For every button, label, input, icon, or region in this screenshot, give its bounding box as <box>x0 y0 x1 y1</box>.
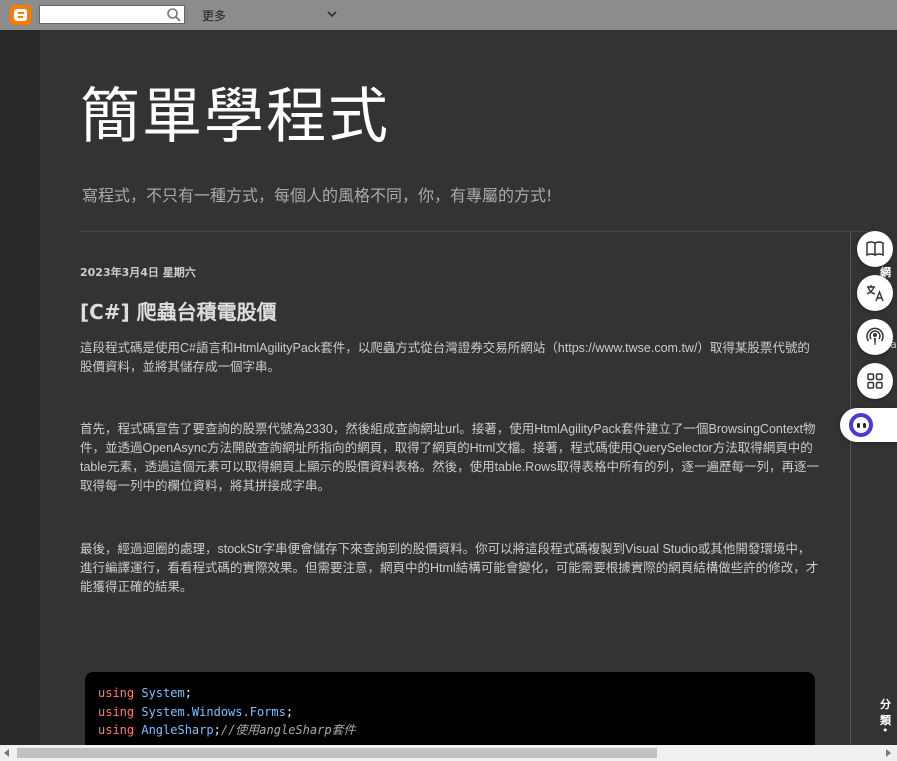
read-aloud-button[interactable] <box>857 319 893 355</box>
blog-description: 寫程式，不只有一種方式，每個人的風格不同，你，有專屬的方式! <box>82 186 553 205</box>
code-line: using AngleSharp;//使用angleSharp套件 <box>98 721 802 740</box>
search-icon[interactable] <box>166 7 182 23</box>
post-paragraph: 首先，程式碼宣告了要查詢的股票代號為2330，然後組成查詢網址url。接著，使用… <box>80 422 819 493</box>
assistant-face-icon <box>849 413 873 437</box>
code-namespace: System <box>141 686 185 700</box>
post-paragraph: 這段程式碼是使用C#語言和HtmlAgilityPack套件，以爬蟲方式從台灣證… <box>80 341 810 374</box>
code-comment: //使用angleSharp套件 <box>220 723 356 737</box>
code-punct: ; <box>184 686 192 700</box>
horizontal-scrollbar[interactable] <box>0 745 897 761</box>
scrollbar-thumb[interactable] <box>17 748 657 758</box>
header-divider <box>80 231 870 232</box>
apps-button[interactable] <box>857 363 893 399</box>
post-date: 2023年3月4日 星期六 <box>80 266 196 279</box>
navbar-search-input[interactable] <box>39 5 185 24</box>
sidebar-bullet: • <box>882 724 889 737</box>
code-keyword: using <box>98 686 135 700</box>
translate-icon <box>866 285 884 302</box>
left-gutter <box>0 30 40 745</box>
sidebar-divider <box>850 232 851 745</box>
code-keyword: using <box>98 704 135 719</box>
code-punct: ; <box>285 704 294 719</box>
code-line: using System.Windows.Forms; <box>98 703 802 722</box>
code-line: using System; <box>98 684 802 703</box>
book-icon <box>866 241 884 257</box>
blog-title[interactable]: 簡單學程式 <box>80 68 390 155</box>
grid-icon <box>867 373 883 389</box>
more-menu-label[interactable]: 更多 <box>202 7 226 24</box>
post-title[interactable]: [C#] 爬蟲台積電股價 <box>80 296 277 325</box>
post-paragraph: 最後，經過迴圈的處理，stockStr字串便會儲存下來查詢到的股價資料。你可以將… <box>80 542 819 594</box>
assistant-button[interactable] <box>840 408 897 442</box>
scroll-right-arrow-icon[interactable] <box>886 749 891 757</box>
scroll-left-arrow-icon[interactable] <box>4 749 9 757</box>
reader-mode-button[interactable] <box>857 231 893 267</box>
code-punct: ; <box>213 723 221 737</box>
code-namespace: System.Windows.Forms <box>141 704 286 719</box>
blogger-navbar: 更多 <box>0 0 897 30</box>
code-keyword: using <box>98 723 135 737</box>
translate-button[interactable] <box>857 275 893 311</box>
chevron-down-icon[interactable] <box>326 8 338 20</box>
podcast-icon <box>866 327 884 345</box>
blogger-logo-icon[interactable] <box>10 5 31 25</box>
code-namespace: AngleSharp <box>141 723 214 737</box>
